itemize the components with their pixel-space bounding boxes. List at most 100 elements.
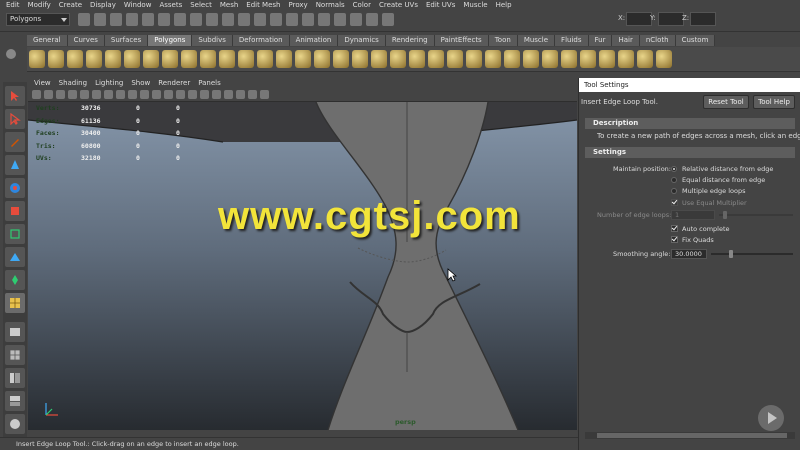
tab-painteffects[interactable]: PaintEffects xyxy=(434,35,489,46)
menu-assets[interactable]: Assets xyxy=(159,1,182,9)
perspective-viewport[interactable]: Verts: 30736 0 0 Edges: 61136 0 0 Faces:… xyxy=(28,102,577,430)
show-manipulator-icon[interactable] xyxy=(5,270,25,290)
outliner-layout-icon[interactable] xyxy=(5,368,25,388)
menu-set-select[interactable]: Polygons xyxy=(6,13,70,26)
menu-muscle[interactable]: Muscle xyxy=(463,1,487,9)
x-field[interactable] xyxy=(626,12,652,26)
last-tool-icon[interactable] xyxy=(5,293,25,313)
scrollbar-thumb[interactable] xyxy=(597,433,787,438)
poly-smooth-icon[interactable] xyxy=(276,50,292,68)
four-pane-layout-icon[interactable] xyxy=(5,345,25,365)
smoothing-angle-slider-handle[interactable] xyxy=(729,250,733,258)
poly-boolean-icon[interactable] xyxy=(257,50,273,68)
tab-polygons[interactable]: Polygons xyxy=(148,35,193,46)
auto-complete-checkbox[interactable] xyxy=(671,225,678,232)
poly-edge-loop-icon[interactable] xyxy=(409,50,425,68)
uv-checker-icon[interactable] xyxy=(656,50,672,68)
safe-title-icon[interactable] xyxy=(152,90,161,99)
rotate-tool-icon[interactable] xyxy=(5,178,25,198)
settings-section-header[interactable]: Settings xyxy=(585,147,795,158)
menu-create[interactable]: Create xyxy=(59,1,82,9)
graph-editor-layout-icon[interactable] xyxy=(5,391,25,411)
history-icon[interactable] xyxy=(254,13,266,26)
grid-icon[interactable] xyxy=(80,90,89,99)
render-settings-icon[interactable] xyxy=(302,13,314,26)
snap-grid-icon[interactable] xyxy=(174,13,186,26)
poly-combine-icon[interactable] xyxy=(200,50,216,68)
poly-extract-icon[interactable] xyxy=(238,50,254,68)
viewport-menu-show[interactable]: Show xyxy=(131,79,150,87)
poly-sphere-icon[interactable] xyxy=(29,50,45,68)
tab-subdivs[interactable]: Subdivs xyxy=(192,35,233,46)
channel-box-icon[interactable] xyxy=(382,13,394,26)
viewport-menu-shading[interactable]: Shading xyxy=(59,79,87,87)
field-chart-icon[interactable] xyxy=(128,90,137,99)
universal-manipulator-icon[interactable] xyxy=(5,224,25,244)
tab-fluids[interactable]: Fluids xyxy=(555,35,589,46)
poly-cylinder-icon[interactable] xyxy=(67,50,83,68)
menu-edit-mesh[interactable]: Edit Mesh xyxy=(246,1,280,9)
menu-mesh[interactable]: Mesh xyxy=(220,1,238,9)
isolate-select-icon[interactable] xyxy=(248,90,257,99)
edge-loops-field[interactable]: 1 xyxy=(671,210,715,220)
tab-fur[interactable]: Fur xyxy=(588,35,613,46)
camera-attributes-icon[interactable] xyxy=(44,90,53,99)
radio-relative-distance[interactable] xyxy=(671,166,677,172)
high-quality-icon[interactable] xyxy=(260,90,269,99)
tool-settings-icon[interactable] xyxy=(366,13,378,26)
poly-cube-icon[interactable] xyxy=(48,50,64,68)
xray-icon[interactable] xyxy=(236,90,245,99)
poly-merge-icon[interactable] xyxy=(447,50,463,68)
make-live-icon[interactable] xyxy=(238,13,250,26)
new-scene-icon[interactable] xyxy=(78,13,90,26)
lasso-tool-icon[interactable] xyxy=(5,109,25,129)
lights-icon[interactable] xyxy=(212,90,221,99)
viewport-menu-panels[interactable]: Panels xyxy=(198,79,221,87)
menu-color[interactable]: Color xyxy=(353,1,371,9)
uv-spherical-icon[interactable] xyxy=(618,50,634,68)
menu-help[interactable]: Help xyxy=(496,1,512,9)
smoothing-angle-slider[interactable] xyxy=(711,253,793,255)
radio-equal-distance[interactable] xyxy=(671,177,677,183)
ipr-render-icon[interactable] xyxy=(286,13,298,26)
wireframe-icon[interactable] xyxy=(164,90,173,99)
viewport-menu-view[interactable]: View xyxy=(34,79,51,87)
resolution-gate-icon[interactable] xyxy=(104,90,113,99)
poly-split-icon[interactable] xyxy=(390,50,406,68)
scale-tool-icon[interactable] xyxy=(5,201,25,221)
poly-cage-icon[interactable] xyxy=(314,50,330,68)
menu-modify[interactable]: Modify xyxy=(28,1,51,9)
radio-multiple-loops[interactable] xyxy=(671,188,677,194)
gate-mask-icon[interactable] xyxy=(116,90,125,99)
menu-display[interactable]: Display xyxy=(90,1,116,9)
tab-general[interactable]: General xyxy=(27,35,68,46)
gear-icon[interactable] xyxy=(6,49,16,59)
poly-plane-icon[interactable] xyxy=(105,50,121,68)
menu-window[interactable]: Window xyxy=(124,1,152,9)
panel-horizontal-scrollbar[interactable] xyxy=(585,432,795,439)
poly-separate-icon[interactable] xyxy=(219,50,235,68)
play-icon[interactable] xyxy=(758,405,784,431)
snap-point-icon[interactable] xyxy=(206,13,218,26)
poly-quadrangulate-icon[interactable] xyxy=(561,50,577,68)
poly-triangulate-icon[interactable] xyxy=(542,50,558,68)
soft-modify-tool-icon[interactable] xyxy=(5,247,25,267)
hypershade-icon[interactable] xyxy=(318,13,330,26)
poly-mirror-icon[interactable] xyxy=(295,50,311,68)
edge-loops-slider-handle[interactable] xyxy=(723,211,727,219)
tab-custom[interactable]: Custom xyxy=(675,35,716,46)
z-field[interactable] xyxy=(690,12,716,26)
safe-action-icon[interactable] xyxy=(140,90,149,99)
poly-duplicate-icon[interactable] xyxy=(504,50,520,68)
tab-rendering[interactable]: Rendering xyxy=(385,35,435,46)
fix-quads-checkbox[interactable] xyxy=(671,236,678,243)
select-component-icon[interactable] xyxy=(158,13,170,26)
menu-normals[interactable]: Normals xyxy=(316,1,345,9)
tab-hair[interactable]: Hair xyxy=(612,35,640,46)
edge-loops-slider[interactable] xyxy=(719,214,793,216)
tab-muscle[interactable]: Muscle xyxy=(517,35,556,46)
film-gate-icon[interactable] xyxy=(92,90,101,99)
paint-select-tool-icon[interactable] xyxy=(5,132,25,152)
menu-select[interactable]: Select xyxy=(190,1,212,9)
poly-fill-hole-icon[interactable] xyxy=(523,50,539,68)
